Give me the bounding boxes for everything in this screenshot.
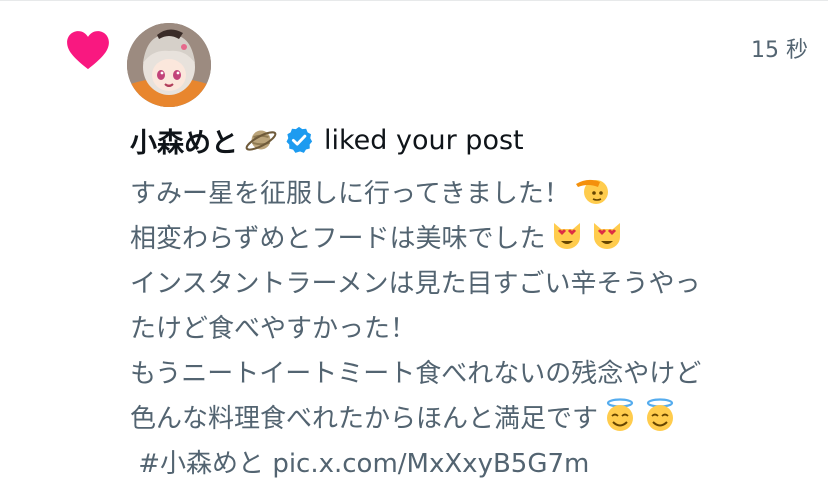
user-name[interactable]: 小森めと — [130, 121, 238, 160]
post-line: すみー星を征服しに行ってきました！ — [130, 172, 810, 217]
timestamp: 15 秒 — [751, 38, 808, 63]
post-line: インスタントラーメンは見た目すごい辛そうやっ — [130, 262, 810, 307]
post-line-text: もうニートイートミート食べれないの残念やけど — [130, 359, 702, 389]
post-line: たけど食べやすかった！ — [130, 307, 810, 352]
notification-header: 小森めと liked your post — [130, 120, 524, 160]
post-line-text: すみー星を征服しに行ってきました！ — [130, 179, 570, 209]
post-line-text: たけど食べやすかった！ — [130, 314, 417, 344]
post-line: 相変わらずめとフードは美味でした — [130, 217, 810, 262]
post-line-text: 相変わらずめとフードは美味でした — [130, 224, 546, 254]
post-text[interactable]: すみー星を征服しに行ってきました！ 相変わらずめとフードは美味でした インスタン… — [130, 172, 810, 487]
avatar[interactable] — [127, 23, 211, 107]
hashtag[interactable]: #小森めと — [138, 449, 264, 479]
media-link[interactable]: pic.x.com/MxXxyB5G7m — [272, 449, 589, 479]
post-line: もうニートイートミート食べれないの残念やけど — [130, 352, 810, 397]
avatar-image — [127, 23, 211, 107]
action-text: liked your post — [324, 124, 524, 156]
top-divider — [0, 0, 828, 1]
heart-eyes-cat-icon — [554, 223, 581, 249]
post-line: 色んな料理食べれたからほんと満足です — [130, 397, 810, 442]
smiling-face-with-halo-icon — [646, 398, 674, 431]
saluting-face-icon — [575, 179, 608, 204]
verified-badge-icon — [286, 126, 313, 153]
smiling-face-with-halo-icon — [606, 398, 634, 431]
heart-icon — [67, 31, 109, 70]
post-line-text: インスタントラーメンは見た目すごい辛そうやっ — [130, 269, 701, 299]
heart-eyes-cat-icon — [594, 223, 621, 249]
post-line-text: 色んな料理食べれたからほんと満足です — [130, 404, 599, 434]
saturn-planet-icon — [245, 130, 277, 151]
post-line: #小森めと pic.x.com/MxXxyB5G7m — [130, 442, 810, 487]
